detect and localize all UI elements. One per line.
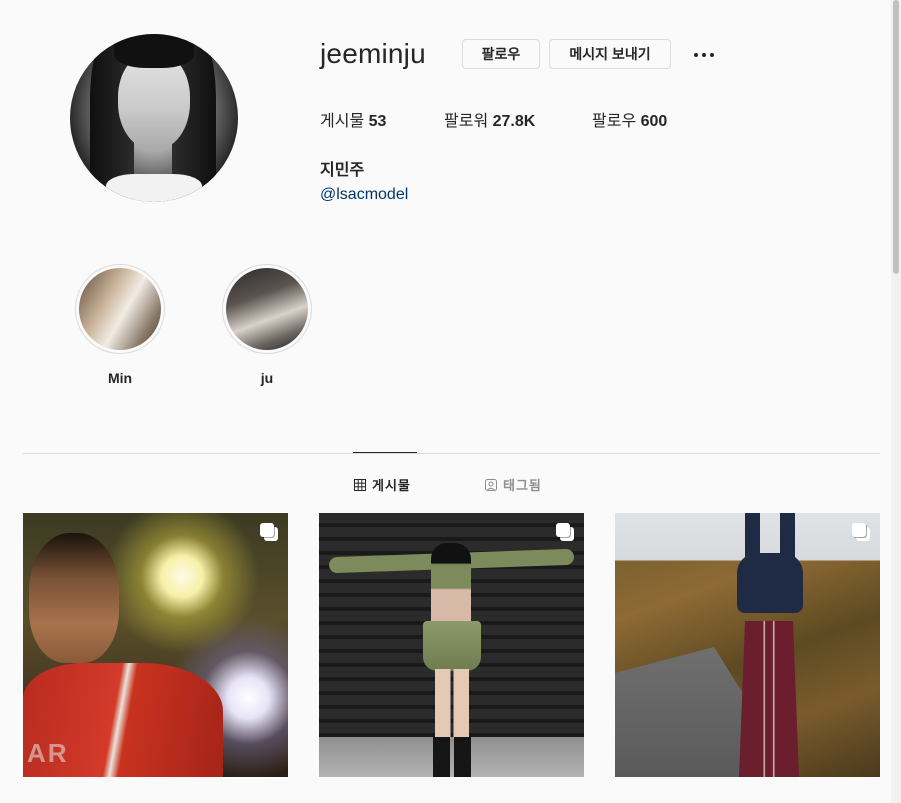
bio-mention-link[interactable]: @lsacmodel (320, 186, 408, 204)
avatar-collar (106, 174, 202, 202)
posts-count-stat: 게시물 53 (320, 107, 386, 131)
following-count: 600 (640, 113, 668, 130)
profile-full-name: 지민주 (320, 162, 365, 179)
avatar-bangs (114, 34, 194, 68)
post-photo-subject (431, 543, 471, 633)
more-dot (702, 53, 706, 57)
highlight-cover-image (226, 268, 308, 350)
profile-avatar[interactable] (70, 34, 238, 202)
multiple-images-icon (260, 523, 278, 541)
followers-stat[interactable]: 팔로워 27.8K (444, 107, 535, 131)
post-watermark: AR (27, 738, 69, 768)
followers-label: 팔로워 (444, 113, 489, 130)
multiple-images-icon (556, 523, 574, 541)
active-tab-indicator (353, 452, 417, 453)
more-dot (694, 53, 698, 57)
page-scrollbar[interactable] (891, 0, 901, 803)
post-thumbnail[interactable]: AR (23, 513, 288, 777)
multiple-images-icon (852, 523, 870, 541)
scrollbar-thumb[interactable] (893, 0, 899, 274)
tab-posts-label: 게시물 (372, 478, 411, 493)
grid-icon (354, 478, 366, 491)
highlight-min[interactable]: Min (72, 264, 168, 386)
posts-count: 53 (368, 113, 387, 130)
profile-page: jeeminju 팔로우 메시지 보내기 게시물 53 팔로워 27.8K 팔로… (0, 0, 901, 803)
tab-posts[interactable]: 게시물 (354, 475, 411, 494)
more-dot (710, 53, 714, 57)
posts-label: 게시물 (320, 113, 365, 130)
post-photo-subject (29, 533, 119, 663)
post-photo-subject (433, 737, 471, 777)
highlight-ring (222, 264, 312, 354)
message-button[interactable]: 메시지 보내기 (549, 39, 671, 69)
following-label: 팔로우 (592, 113, 637, 130)
followers-count: 27.8K (492, 113, 536, 130)
post-photo-subject (739, 621, 799, 777)
tagged-icon (485, 478, 497, 491)
highlight-ring (75, 264, 165, 354)
following-stat[interactable]: 팔로우 600 (592, 107, 667, 131)
tab-tagged-label: 태그됨 (503, 478, 542, 493)
highlight-label: Min (107, 370, 133, 386)
post-photo-subject (435, 669, 469, 739)
highlight-label: ju (260, 370, 274, 386)
profile-username: jeeminju (320, 38, 426, 69)
highlight-cover-image (79, 268, 161, 350)
post-photo-subject (737, 553, 803, 613)
tabs-divider (23, 453, 880, 454)
post-thumbnail[interactable] (319, 513, 584, 777)
follow-button[interactable]: 팔로우 (462, 39, 540, 69)
tab-tagged[interactable]: 태그됨 (485, 475, 542, 494)
highlight-ju[interactable]: ju (219, 264, 315, 386)
post-photo-subject (423, 621, 481, 671)
post-thumbnail[interactable] (615, 513, 880, 777)
more-options-icon[interactable] (690, 44, 718, 66)
